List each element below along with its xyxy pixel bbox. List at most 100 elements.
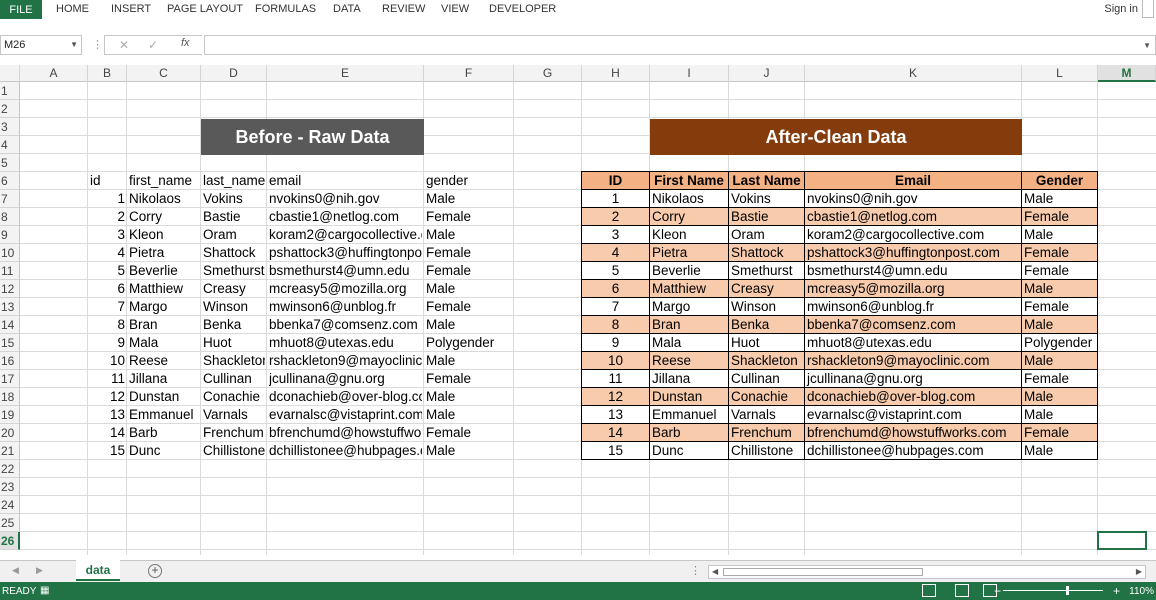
row-header-21[interactable]: 21	[0, 442, 20, 460]
clean-cell-id[interactable]: 7	[582, 298, 650, 316]
clean-header-gender[interactable]: Gender	[1022, 172, 1098, 190]
column-header-a[interactable]: A	[20, 65, 88, 82]
raw-cell-last-name[interactable]: Conachie	[203, 388, 265, 406]
raw-cell-last-name[interactable]: Chillistone	[203, 442, 265, 460]
scrollbar-thumb[interactable]	[723, 568, 923, 576]
column-header-e[interactable]: E	[267, 65, 424, 82]
column-header-f[interactable]: F	[424, 65, 514, 82]
raw-cell-first-name[interactable]: Emmanuel	[129, 406, 199, 424]
clean-cell-gender[interactable]: Male	[1022, 352, 1098, 370]
column-header-j[interactable]: J	[729, 65, 805, 82]
scroll-right-icon[interactable]: ▶	[36, 565, 43, 576]
clean-cell-last-name[interactable]: Chillistone	[729, 442, 805, 460]
column-header-k[interactable]: K	[805, 65, 1022, 82]
clean-cell-first-name[interactable]: Mala	[650, 334, 729, 352]
tab-split-handle[interactable]: ⋮	[690, 564, 701, 577]
raw-cell-id[interactable]: 15	[90, 442, 125, 460]
clean-cell-email[interactable]: bfrenchumd@howstuffworks.com	[805, 424, 1022, 442]
row-header-24[interactable]: 24	[0, 496, 20, 514]
raw-cell-gender[interactable]: Female	[426, 424, 512, 442]
raw-cell-first-name[interactable]: Pietra	[129, 244, 199, 262]
raw-cell-email[interactable]: mwinson6@unblog.fr	[269, 298, 422, 316]
clean-header-last-name[interactable]: Last Name	[729, 172, 805, 190]
raw-cell-id[interactable]: 13	[90, 406, 125, 424]
row-header-25[interactable]: 25	[0, 514, 20, 532]
raw-cell-gender[interactable]: Female	[426, 298, 512, 316]
raw-cell-last-name[interactable]: Benka	[203, 316, 265, 334]
clean-cell-email[interactable]: pshattock3@huffingtonpost.com	[805, 244, 1022, 262]
clean-cell-gender[interactable]: Male	[1022, 388, 1098, 406]
clean-cell-id[interactable]: 4	[582, 244, 650, 262]
clean-cell-gender[interactable]: Male	[1022, 226, 1098, 244]
tab-home[interactable]: HOME	[56, 3, 89, 15]
clean-cell-email[interactable]: dconachieb@over-blog.com	[805, 388, 1022, 406]
zoom-slider[interactable]	[1003, 590, 1103, 591]
clean-cell-id[interactable]: 15	[582, 442, 650, 460]
clean-cell-email[interactable]: koram2@cargocollective.com	[805, 226, 1022, 244]
raw-cell-last-name[interactable]: Huot	[203, 334, 265, 352]
tab-insert[interactable]: INSERT	[111, 3, 151, 15]
row-header-15[interactable]: 15	[0, 334, 20, 352]
raw-cell-gender[interactable]: Polygender	[426, 334, 512, 352]
clean-cell-first-name[interactable]: Beverlie	[650, 262, 729, 280]
raw-cell-id[interactable]: 2	[90, 208, 125, 226]
column-header-i[interactable]: I	[650, 65, 729, 82]
clean-cell-last-name[interactable]: Creasy	[729, 280, 805, 298]
raw-cell-last-name[interactable]: Frenchum	[203, 424, 265, 442]
raw-cell-id[interactable]: 1	[90, 190, 125, 208]
raw-cell-last-name[interactable]: Shackleton	[203, 352, 265, 370]
raw-cell-id[interactable]: 6	[90, 280, 125, 298]
clean-cell-last-name[interactable]: Smethurst	[729, 262, 805, 280]
clean-cell-last-name[interactable]: Shackleton	[729, 352, 805, 370]
clean-cell-last-name[interactable]: Varnals	[729, 406, 805, 424]
clean-cell-last-name[interactable]: Oram	[729, 226, 805, 244]
row-header-1[interactable]: 1	[0, 82, 20, 100]
row-header-14[interactable]: 14	[0, 316, 20, 334]
raw-cell-email[interactable]: rshackleton9@mayoclinic.	[269, 352, 422, 370]
clean-cell-email[interactable]: mhuot8@utexas.edu	[805, 334, 1022, 352]
scroll-right-arrow-icon[interactable]: ▶	[1136, 566, 1142, 578]
clean-cell-email[interactable]: cbastie1@netlog.com	[805, 208, 1022, 226]
raw-cell-first-name[interactable]: Nikolaos	[129, 190, 199, 208]
clean-cell-id[interactable]: 9	[582, 334, 650, 352]
raw-cell-last-name[interactable]: Vokins	[203, 190, 265, 208]
clean-cell-first-name[interactable]: Bran	[650, 316, 729, 334]
raw-cell-gender[interactable]: Male	[426, 352, 512, 370]
clean-cell-id[interactable]: 10	[582, 352, 650, 370]
raw-cell-last-name[interactable]: Creasy	[203, 280, 265, 298]
row-header-3[interactable]: 3	[0, 118, 20, 136]
raw-cell-first-name[interactable]: Dunc	[129, 442, 199, 460]
clean-cell-id[interactable]: 5	[582, 262, 650, 280]
selected-cell[interactable]	[1097, 531, 1147, 550]
raw-cell-last-name[interactable]: Winson	[203, 298, 265, 316]
clean-cell-last-name[interactable]: Shattock	[729, 244, 805, 262]
row-header-26[interactable]: 26	[0, 532, 20, 550]
raw-cell-id[interactable]: 8	[90, 316, 125, 334]
raw-cell-first-name[interactable]: Barb	[129, 424, 199, 442]
raw-cell-last-name[interactable]: Oram	[203, 226, 265, 244]
clean-cell-gender[interactable]: Polygender	[1022, 334, 1098, 352]
clean-cell-id[interactable]: 12	[582, 388, 650, 406]
clean-cell-last-name[interactable]: Benka	[729, 316, 805, 334]
clean-cell-id[interactable]: 13	[582, 406, 650, 424]
raw-cell-email[interactable]: mhuot8@utexas.edu	[269, 334, 422, 352]
clean-cell-id[interactable]: 8	[582, 316, 650, 334]
sign-in-link[interactable]: Sign in	[1104, 3, 1138, 15]
tab-formulas[interactable]: FORMULAS	[255, 3, 316, 15]
sheet-tab-data[interactable]: data	[76, 560, 120, 581]
raw-cell-email[interactable]: jcullinana@gnu.org	[269, 370, 422, 388]
file-tab[interactable]: FILE	[0, 0, 42, 19]
clean-cell-id[interactable]: 2	[582, 208, 650, 226]
raw-cell-first-name[interactable]: Dunstan	[129, 388, 199, 406]
clean-cell-id[interactable]: 3	[582, 226, 650, 244]
clean-header-first-name[interactable]: First Name	[650, 172, 729, 190]
raw-header-last-name[interactable]: last_name	[203, 172, 267, 190]
raw-cell-email[interactable]: dchillistonee@hubpages.c	[269, 442, 422, 460]
raw-cell-gender[interactable]: Female	[426, 370, 512, 388]
tab-view[interactable]: VIEW	[441, 3, 469, 15]
raw-cell-id[interactable]: 12	[90, 388, 125, 406]
clean-cell-first-name[interactable]: Emmanuel	[650, 406, 729, 424]
column-header-c[interactable]: C	[127, 65, 201, 82]
macro-recording-icon[interactable]: ▦	[40, 585, 49, 596]
clean-cell-last-name[interactable]: Conachie	[729, 388, 805, 406]
